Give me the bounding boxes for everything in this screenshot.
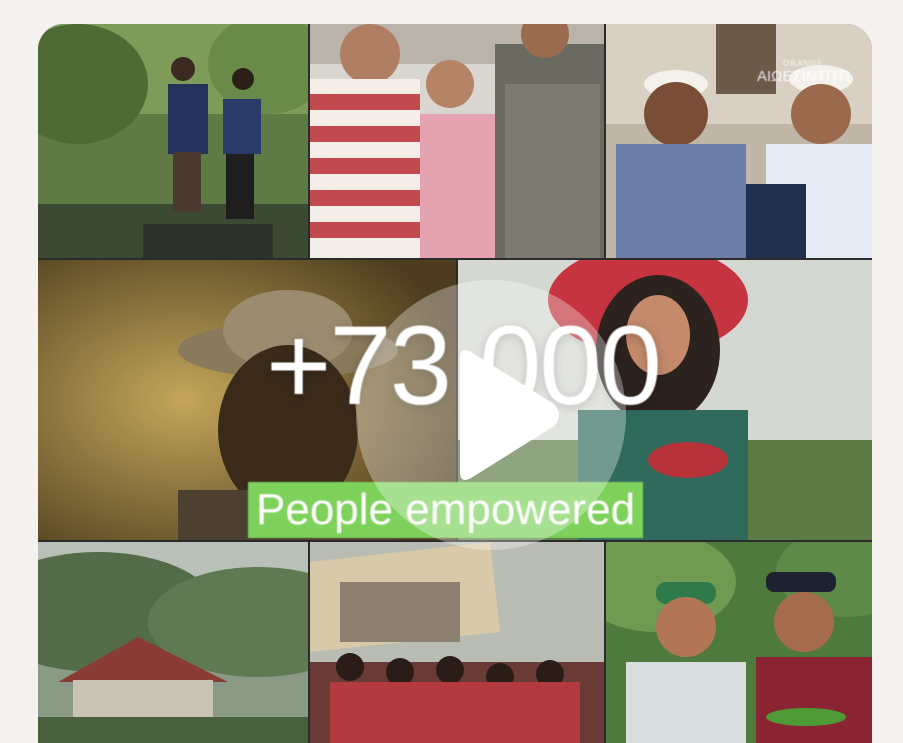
play-button[interactable] (356, 280, 626, 550)
photo-tile-community-gathering (310, 542, 604, 743)
photo-tile-house-hills (38, 542, 308, 743)
play-icon (460, 350, 559, 480)
watermark-logo: ORANGE ΑΙΩΕΣΙΝΤΙΤΠ (757, 59, 850, 85)
watermark-text: ΑΙΩΕΣΙΝΤΙΤΠ (757, 67, 850, 85)
photo-tile-children-in-field (38, 24, 308, 258)
photo-tile-family (310, 24, 604, 258)
photo-tile-farmers-peppers (606, 542, 872, 743)
video-card[interactable]: +73 000 People empowered ORANGE ΑΙΩΕΣΙΝΤ… (38, 24, 872, 743)
